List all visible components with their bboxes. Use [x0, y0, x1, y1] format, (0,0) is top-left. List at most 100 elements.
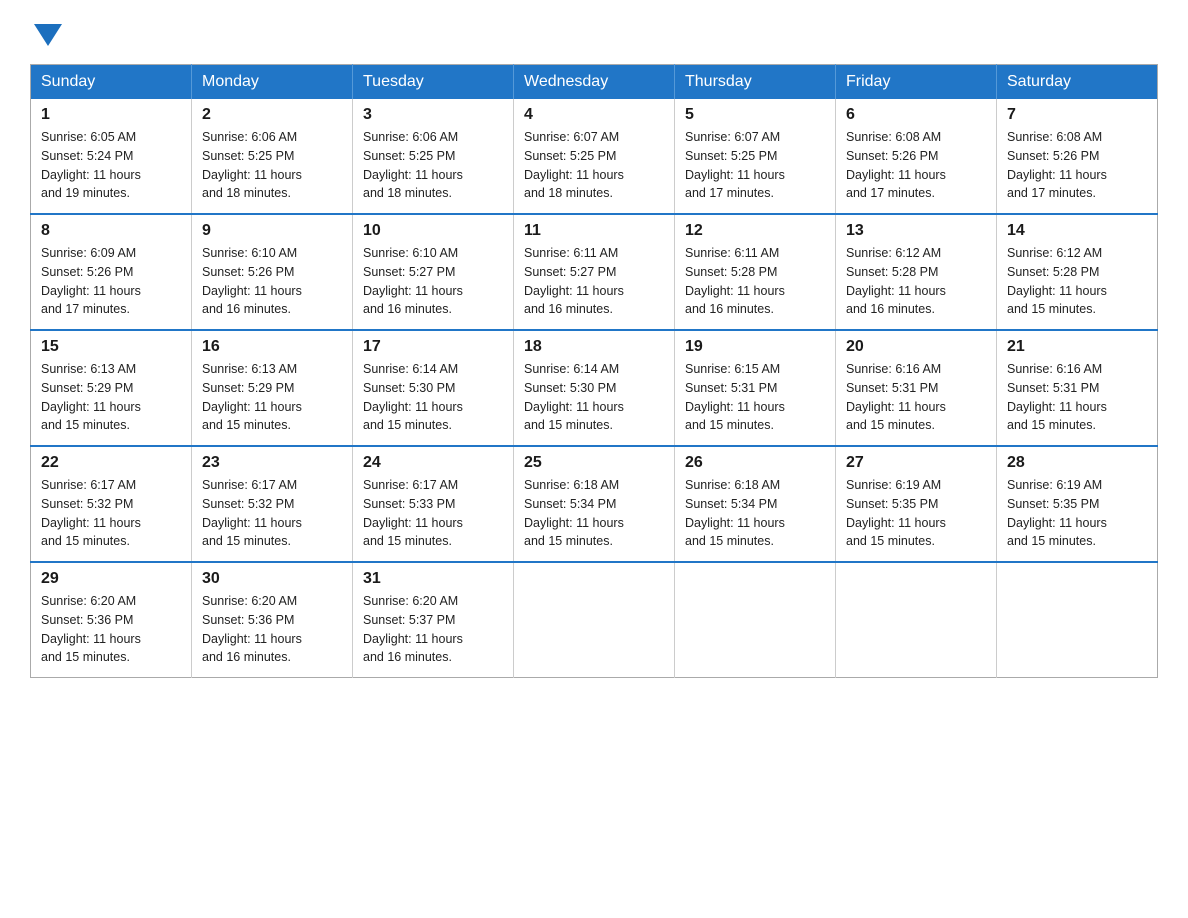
calendar-cell: 6 Sunrise: 6:08 AMSunset: 5:26 PMDaylight… — [836, 99, 997, 214]
day-number: 27 — [846, 454, 986, 472]
calendar-cell: 23Sunrise: 6:17 AMSunset: 5:32 PMDayligh… — [192, 446, 353, 562]
day-number: 8 — [41, 222, 181, 240]
day-info: Sunrise: 6:06 AMSunset: 5:25 PMDaylight:… — [202, 128, 342, 203]
day-number: 1 — [41, 106, 181, 124]
calendar-cell: 4 Sunrise: 6:07 AMSunset: 5:25 PMDaylight… — [514, 99, 675, 214]
header-wednesday: Wednesday — [514, 65, 675, 100]
day-number: 7 — [1007, 106, 1147, 124]
day-number: 6 — [846, 106, 986, 124]
day-number: 5 — [685, 106, 825, 124]
day-info: Sunrise: 6:09 AMSunset: 5:26 PMDaylight:… — [41, 244, 181, 319]
day-info: Sunrise: 6:14 AMSunset: 5:30 PMDaylight:… — [524, 360, 664, 435]
day-number: 25 — [524, 454, 664, 472]
day-number: 24 — [363, 454, 503, 472]
header-monday: Monday — [192, 65, 353, 100]
day-number: 15 — [41, 338, 181, 356]
day-info: Sunrise: 6:18 AMSunset: 5:34 PMDaylight:… — [524, 476, 664, 551]
calendar-cell: 9 Sunrise: 6:10 AMSunset: 5:26 PMDaylight… — [192, 214, 353, 330]
page-header — [30, 20, 1158, 46]
calendar-cell: 7 Sunrise: 6:08 AMSunset: 5:26 PMDaylight… — [997, 99, 1158, 214]
day-info: Sunrise: 6:11 AMSunset: 5:27 PMDaylight:… — [524, 244, 664, 319]
header-thursday: Thursday — [675, 65, 836, 100]
day-info: Sunrise: 6:17 AMSunset: 5:32 PMDaylight:… — [41, 476, 181, 551]
calendar-week-row: 8 Sunrise: 6:09 AMSunset: 5:26 PMDaylight… — [31, 214, 1158, 330]
calendar-cell: 25 Sunrise: 6:18 AMSunset: 5:34 PMDayligh… — [514, 446, 675, 562]
day-info: Sunrise: 6:18 AMSunset: 5:34 PMDaylight:… — [685, 476, 825, 551]
calendar-cell: 22Sunrise: 6:17 AMSunset: 5:32 PMDayligh… — [31, 446, 192, 562]
day-number: 3 — [363, 106, 503, 124]
day-number: 26 — [685, 454, 825, 472]
day-number: 19 — [685, 338, 825, 356]
calendar-week-row: 29 Sunrise: 6:20 AMSunset: 5:36 PMDayligh… — [31, 562, 1158, 678]
day-info: Sunrise: 6:06 AMSunset: 5:25 PMDaylight:… — [363, 128, 503, 203]
calendar-cell — [836, 562, 997, 678]
calendar-cell: 5 Sunrise: 6:07 AMSunset: 5:25 PMDaylight… — [675, 99, 836, 214]
day-number: 16 — [202, 338, 342, 356]
calendar-cell — [514, 562, 675, 678]
day-info: Sunrise: 6:17 AMSunset: 5:32 PMDaylight:… — [202, 476, 342, 551]
day-number: 4 — [524, 106, 664, 124]
calendar-cell: 27Sunrise: 6:19 AMSunset: 5:35 PMDayligh… — [836, 446, 997, 562]
calendar-cell: 17 Sunrise: 6:14 AMSunset: 5:30 PMDayligh… — [353, 330, 514, 446]
logo — [30, 20, 62, 46]
day-number: 17 — [363, 338, 503, 356]
calendar-cell: 21Sunrise: 6:16 AMSunset: 5:31 PMDayligh… — [997, 330, 1158, 446]
calendar-cell: 31 Sunrise: 6:20 AMSunset: 5:37 PMDayligh… — [353, 562, 514, 678]
calendar-table: SundayMondayTuesdayWednesdayThursdayFrid… — [30, 64, 1158, 678]
calendar-cell: 10Sunrise: 6:10 AMSunset: 5:27 PMDayligh… — [353, 214, 514, 330]
day-number: 30 — [202, 570, 342, 588]
calendar-week-row: 1 Sunrise: 6:05 AMSunset: 5:24 PMDaylight… — [31, 99, 1158, 214]
day-number: 9 — [202, 222, 342, 240]
day-info: Sunrise: 6:15 AMSunset: 5:31 PMDaylight:… — [685, 360, 825, 435]
calendar-cell: 3 Sunrise: 6:06 AMSunset: 5:25 PMDaylight… — [353, 99, 514, 214]
calendar-header-row: SundayMondayTuesdayWednesdayThursdayFrid… — [31, 65, 1158, 100]
calendar-cell — [675, 562, 836, 678]
header-sunday: Sunday — [31, 65, 192, 100]
calendar-week-row: 22Sunrise: 6:17 AMSunset: 5:32 PMDayligh… — [31, 446, 1158, 562]
day-number: 11 — [524, 222, 664, 240]
header-saturday: Saturday — [997, 65, 1158, 100]
calendar-cell: 29 Sunrise: 6:20 AMSunset: 5:36 PMDayligh… — [31, 562, 192, 678]
logo-triangle-icon — [34, 24, 62, 46]
day-info: Sunrise: 6:11 AMSunset: 5:28 PMDaylight:… — [685, 244, 825, 319]
calendar-cell: 15 Sunrise: 6:13 AMSunset: 5:29 PMDayligh… — [31, 330, 192, 446]
day-info: Sunrise: 6:08 AMSunset: 5:26 PMDaylight:… — [846, 128, 986, 203]
calendar-cell: 20 Sunrise: 6:16 AMSunset: 5:31 PMDayligh… — [836, 330, 997, 446]
calendar-cell — [997, 562, 1158, 678]
day-number: 12 — [685, 222, 825, 240]
day-info: Sunrise: 6:07 AMSunset: 5:25 PMDaylight:… — [524, 128, 664, 203]
calendar-cell: 8 Sunrise: 6:09 AMSunset: 5:26 PMDaylight… — [31, 214, 192, 330]
day-info: Sunrise: 6:16 AMSunset: 5:31 PMDaylight:… — [846, 360, 986, 435]
calendar-cell: 2Sunrise: 6:06 AMSunset: 5:25 PMDaylight… — [192, 99, 353, 214]
calendar-cell: 24Sunrise: 6:17 AMSunset: 5:33 PMDayligh… — [353, 446, 514, 562]
day-info: Sunrise: 6:08 AMSunset: 5:26 PMDaylight:… — [1007, 128, 1147, 203]
calendar-cell: 19 Sunrise: 6:15 AMSunset: 5:31 PMDayligh… — [675, 330, 836, 446]
day-info: Sunrise: 6:12 AMSunset: 5:28 PMDaylight:… — [1007, 244, 1147, 319]
day-number: 20 — [846, 338, 986, 356]
calendar-cell: 1 Sunrise: 6:05 AMSunset: 5:24 PMDaylight… — [31, 99, 192, 214]
calendar-cell: 26 Sunrise: 6:18 AMSunset: 5:34 PMDayligh… — [675, 446, 836, 562]
day-info: Sunrise: 6:16 AMSunset: 5:31 PMDaylight:… — [1007, 360, 1147, 435]
day-number: 29 — [41, 570, 181, 588]
day-number: 18 — [524, 338, 664, 356]
calendar-cell: 14 Sunrise: 6:12 AMSunset: 5:28 PMDayligh… — [997, 214, 1158, 330]
calendar-cell: 11 Sunrise: 6:11 AMSunset: 5:27 PMDayligh… — [514, 214, 675, 330]
day-info: Sunrise: 6:05 AMSunset: 5:24 PMDaylight:… — [41, 128, 181, 203]
day-number: 10 — [363, 222, 503, 240]
day-info: Sunrise: 6:13 AMSunset: 5:29 PMDaylight:… — [41, 360, 181, 435]
day-info: Sunrise: 6:12 AMSunset: 5:28 PMDaylight:… — [846, 244, 986, 319]
day-info: Sunrise: 6:13 AMSunset: 5:29 PMDaylight:… — [202, 360, 342, 435]
day-number: 31 — [363, 570, 503, 588]
header-friday: Friday — [836, 65, 997, 100]
day-info: Sunrise: 6:07 AMSunset: 5:25 PMDaylight:… — [685, 128, 825, 203]
day-info: Sunrise: 6:10 AMSunset: 5:26 PMDaylight:… — [202, 244, 342, 319]
day-number: 13 — [846, 222, 986, 240]
header-tuesday: Tuesday — [353, 65, 514, 100]
day-info: Sunrise: 6:14 AMSunset: 5:30 PMDaylight:… — [363, 360, 503, 435]
day-number: 14 — [1007, 222, 1147, 240]
day-info: Sunrise: 6:19 AMSunset: 5:35 PMDaylight:… — [1007, 476, 1147, 551]
calendar-week-row: 15 Sunrise: 6:13 AMSunset: 5:29 PMDayligh… — [31, 330, 1158, 446]
day-info: Sunrise: 6:20 AMSunset: 5:37 PMDaylight:… — [363, 592, 503, 667]
day-info: Sunrise: 6:20 AMSunset: 5:36 PMDaylight:… — [41, 592, 181, 667]
day-number: 28 — [1007, 454, 1147, 472]
